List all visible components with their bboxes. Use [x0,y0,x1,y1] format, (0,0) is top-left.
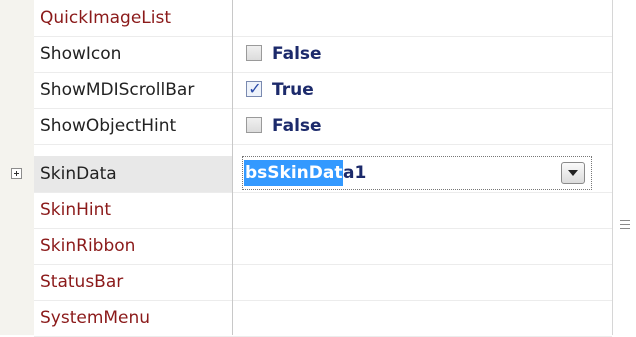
showicon-checkbox[interactable] [246,45,262,61]
combo-text-rest[interactable]: a1 [343,160,366,186]
property-row-showmdiscrollbar[interactable]: ShowMDIScrollBar ✓ True [34,72,612,109]
column-divider[interactable] [232,0,233,335]
property-row-skindata[interactable]: SkinData bsSkinDat a1 [34,156,612,193]
selected-text[interactable]: bsSkinDat [244,160,344,186]
property-name: ShowMDIScrollBar [40,80,195,100]
property-value-text: True [272,80,314,100]
property-name: SkinRibbon [40,236,136,256]
scroll-grip-icon[interactable] [620,220,630,236]
property-name: ShowObjectHint [40,116,177,136]
property-row-skinribbon[interactable]: SkinRibbon [34,228,612,265]
scrollbar-edge [612,0,613,335]
showmdiscrollbar-checkbox[interactable]: ✓ [246,79,262,98]
property-value[interactable]: False [242,36,592,72]
property-value[interactable]: ✓ True [242,72,592,108]
plus-expander-icon[interactable] [11,168,22,179]
property-value-text: False [272,116,322,136]
property-row-statusbar[interactable]: StatusBar [34,264,612,301]
property-name: QuickImageList [40,8,172,28]
property-row-systemmenu[interactable]: SystemMenu [34,300,612,337]
dropdown-button[interactable] [561,162,585,184]
property-name: SystemMenu [40,308,151,328]
property-row-quickimagelist[interactable]: QuickImageList [34,0,612,37]
property-name: StatusBar [40,272,124,292]
property-row-showobjecthint[interactable]: ShowObjectHint False [34,108,612,145]
property-name: ShowIcon [40,44,122,64]
chevron-down-icon [568,170,578,176]
skindata-combobox[interactable]: bsSkinDat a1 [242,156,592,190]
property-value[interactable]: bsSkinDat a1 [242,156,592,192]
property-row-skinhint[interactable]: SkinHint [34,192,612,229]
property-value[interactable]: False [242,108,592,144]
property-value-text: False [272,44,322,64]
property-grid: QuickImageList ShowIcon False ShowMDIScr… [0,0,636,337]
property-name: SkinData [40,164,117,184]
property-row-showicon[interactable]: ShowIcon False [34,36,612,73]
showobjecthint-checkbox[interactable] [246,117,262,133]
checkmark-icon: ✓ [248,79,262,98]
property-name: SkinHint [40,200,112,220]
